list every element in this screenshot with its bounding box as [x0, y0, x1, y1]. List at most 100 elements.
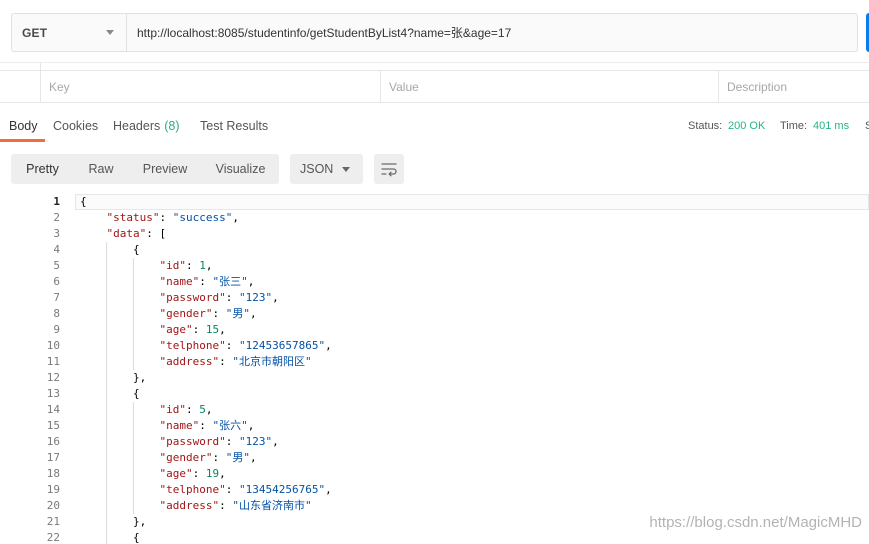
code-line: "address": "山东省济南市" — [80, 498, 869, 514]
code-line: "age": 19, — [80, 466, 869, 482]
line-number: 6 — [53, 275, 60, 288]
json-punct: : — [219, 355, 226, 368]
json-string: "北京市朝阳区" — [232, 355, 312, 368]
param-description-input[interactable] — [719, 71, 869, 102]
json-punct: : — [185, 403, 193, 416]
method-dropdown[interactable]: GET — [12, 14, 127, 51]
status-label: Status: — [688, 120, 723, 132]
code-line: "gender": "男", — [80, 306, 869, 322]
json-key: "telphone" — [159, 483, 226, 496]
json-punct: : — [212, 451, 220, 464]
indent-guide — [106, 306, 108, 322]
json-punct: , — [205, 259, 213, 272]
code-content: { "status": "success", "data": [ { "id":… — [80, 194, 869, 544]
chevron-down-icon — [106, 30, 114, 35]
indent-guide — [106, 514, 108, 530]
caret-down-icon — [342, 167, 350, 172]
code-line: "status": "success", — [80, 210, 869, 226]
param-value-input[interactable] — [381, 71, 718, 102]
code-line: "age": 15, — [80, 322, 869, 338]
url-text: http://localhost:8085/studentinfo/getStu… — [137, 26, 512, 40]
line-number: 8 — [53, 307, 60, 320]
json-punct: : — [192, 467, 200, 480]
line-number: 19 — [46, 483, 60, 496]
json-string: "123" — [238, 435, 273, 448]
line-number: 17 — [46, 451, 60, 464]
mode-raw[interactable]: Raw — [74, 154, 128, 184]
line-number: 4 — [53, 243, 60, 256]
view-mode-segmented-control: Pretty Raw Preview Visualize — [11, 154, 279, 184]
indent-guide — [132, 418, 134, 434]
indent-guide — [132, 290, 134, 306]
json-string: "12453657865" — [238, 339, 326, 352]
json-string: "张三" — [212, 275, 248, 288]
tab-cookies[interactable]: Cookies — [53, 110, 98, 142]
indent-guide — [132, 466, 134, 482]
line-number: 13 — [46, 387, 60, 400]
json-key: "id" — [159, 259, 186, 272]
json-punct: , — [232, 211, 239, 224]
indent-guide — [106, 258, 108, 274]
line-number: 9 — [53, 323, 60, 336]
indent-guide — [132, 338, 134, 354]
line-number: 10 — [46, 339, 60, 352]
mode-preview[interactable]: Preview — [128, 154, 202, 184]
indent-guide — [106, 482, 108, 498]
json-key: "name" — [159, 275, 200, 288]
time-value: 401 ms — [813, 120, 850, 132]
indent-guide — [106, 274, 108, 290]
wrap-lines-button[interactable] — [374, 154, 404, 184]
json-number: 19 — [205, 467, 220, 480]
method-label: GET — [22, 25, 48, 40]
json-punct: : — [199, 275, 206, 288]
tab-cookies-label: Cookies — [53, 119, 99, 133]
indent-guide — [106, 338, 108, 354]
line-number: 14 — [46, 403, 60, 416]
param-key-input[interactable] — [41, 71, 380, 102]
json-punct: { — [80, 195, 87, 208]
tab-body[interactable]: Body — [9, 110, 38, 142]
size-meta-clip: S — [864, 110, 869, 142]
indent-guide — [106, 466, 108, 482]
json-key: "gender" — [159, 451, 213, 464]
language-dropdown[interactable]: JSON — [290, 154, 363, 184]
json-string: "男" — [225, 307, 250, 320]
json-punct: [ — [159, 227, 167, 240]
code-line: }, — [80, 370, 869, 386]
json-string: "13454256765" — [238, 483, 326, 496]
json-punct: }, — [132, 515, 147, 528]
code-line: { — [80, 194, 869, 210]
mode-pretty[interactable]: Pretty — [11, 154, 74, 184]
mode-visualize[interactable]: Visualize — [202, 154, 279, 184]
active-tab-underline — [0, 139, 45, 142]
indent-guide — [132, 306, 134, 322]
line-number: 3 — [53, 227, 60, 240]
json-punct: , — [249, 307, 257, 320]
time-label: Time: — [780, 120, 808, 132]
tab-test-results[interactable]: Test Results — [200, 110, 268, 142]
tab-headers[interactable]: Headers (8) — [113, 110, 180, 142]
line-number: 11 — [46, 355, 60, 368]
code-line: { — [80, 242, 869, 258]
json-key: "status" — [106, 211, 160, 224]
json-punct: , — [249, 451, 257, 464]
json-key: "id" — [159, 403, 186, 416]
json-punct: , — [247, 275, 255, 288]
indent-guide — [106, 530, 108, 544]
status-value: 200 OK — [728, 120, 766, 132]
json-number: 1 — [199, 259, 206, 272]
line-number: 18 — [46, 467, 60, 480]
indent-guide — [106, 434, 108, 450]
code-line: "password": "123", — [80, 434, 869, 450]
indent-guide — [132, 498, 134, 514]
json-punct: : — [192, 323, 200, 336]
line-number: 1 — [53, 195, 60, 208]
json-punct: { — [132, 243, 140, 256]
json-string: "123" — [238, 291, 273, 304]
postman-window: GET http://localhost:8085/studentinfo/ge… — [0, 0, 869, 544]
code-line: "id": 5, — [80, 402, 869, 418]
url-input[interactable]: http://localhost:8085/studentinfo/getStu… — [127, 14, 857, 51]
params-empty-row — [0, 70, 869, 103]
response-body-editor[interactable]: 1 2 3 4 5 6 7 8 9 10 11 12 13 14 15 16 17 18 19 20 21 22 { "s… — [0, 194, 869, 544]
json-punct: : — [225, 291, 233, 304]
